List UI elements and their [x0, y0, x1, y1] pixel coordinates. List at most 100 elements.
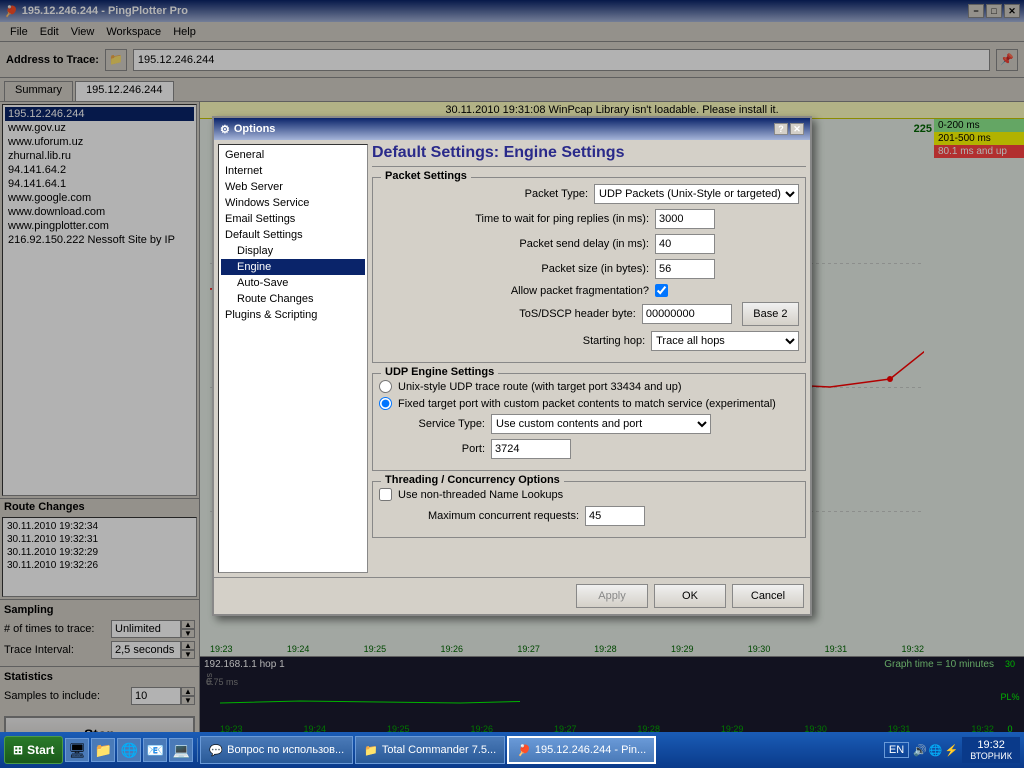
- taskbar-btn-label: Total Commander 7.5...: [382, 744, 496, 756]
- taskbar-btn-vopros[interactable]: 💬 Вопрос по использов...: [200, 736, 353, 764]
- sidebar-item-general[interactable]: General: [221, 147, 365, 163]
- quicklaunch-icon[interactable]: 📧: [143, 738, 167, 762]
- windows-icon: ⊞: [13, 743, 23, 757]
- port-input[interactable]: [491, 439, 571, 459]
- system-tray: 🔊 🌐 ⚡: [913, 744, 958, 757]
- threading-title: Threading / Concurrency Options: [381, 474, 564, 486]
- service-select[interactable]: Use custom contents and port: [491, 414, 711, 434]
- ok-button[interactable]: OK: [654, 584, 726, 608]
- base2-button[interactable]: Base 2: [742, 302, 799, 326]
- quicklaunch-icon[interactable]: 💻: [169, 738, 193, 762]
- tos-input[interactable]: [642, 304, 732, 324]
- taskbar-btn-totalcmd[interactable]: 📁 Total Commander 7.5...: [355, 736, 505, 764]
- taskbar: ⊞ Start 🖥 📁 🌐 📧 💻 💬 Вопрос по использов.…: [0, 732, 1024, 768]
- tray-icon: ⚡: [945, 744, 959, 757]
- wait-row: Time to wait for ping replies (in ms):: [379, 209, 799, 229]
- tray-icon: 🌐: [929, 744, 943, 757]
- modal-footer: Apply OK Cancel: [214, 577, 810, 614]
- port-label: Port:: [395, 443, 485, 455]
- nonthreaded-label: Use non-threaded Name Lookups: [398, 489, 563, 501]
- delay-input[interactable]: [655, 234, 715, 254]
- radio1-label: Unix-style UDP trace route (with target …: [398, 381, 682, 393]
- taskbar-right: EN 🔊 🌐 ⚡ 19:32 ВТОРНИК: [884, 737, 1020, 763]
- modal-close-button[interactable]: ✕: [790, 123, 804, 135]
- start-button[interactable]: ⊞ Start: [4, 736, 63, 764]
- taskbar-btn-icon: 🏓: [517, 744, 531, 757]
- wait-label: Time to wait for ping replies (in ms):: [379, 213, 649, 225]
- taskbar-btn-label: Вопрос по использов...: [227, 744, 344, 756]
- udp-settings-title: UDP Engine Settings: [381, 366, 498, 378]
- sidebar-item-plugins[interactable]: Plugins & Scripting: [221, 307, 365, 323]
- hop-select[interactable]: Trace all hops 1 2: [651, 331, 799, 351]
- taskbar-btn-icon: 💬: [209, 744, 223, 757]
- start-label: Start: [27, 743, 54, 757]
- time-display: 19:32: [970, 739, 1012, 751]
- sidebar-item-webserver[interactable]: Web Server: [221, 179, 365, 195]
- packet-settings-box: Packet Settings Packet Type: UDP Packets…: [372, 177, 806, 363]
- fragmentation-checkbox[interactable]: [655, 284, 668, 297]
- radio1-row: Unix-style UDP trace route (with target …: [379, 380, 799, 393]
- day-display: ВТОРНИК: [970, 751, 1012, 761]
- hop-row: Starting hop: Trace all hops 1 2: [379, 331, 799, 351]
- concurrent-row: Maximum concurrent requests:: [379, 506, 799, 526]
- radio2-row: Fixed target port with custom packet con…: [379, 397, 799, 410]
- concurrent-input[interactable]: [585, 506, 645, 526]
- delay-label: Packet send delay (in ms):: [379, 238, 649, 250]
- sidebar-item-defaultsettings[interactable]: Default Settings: [221, 227, 365, 243]
- fragmentation-row: Allow packet fragmentation?: [379, 284, 799, 297]
- nonthreaded-checkbox[interactable]: [379, 488, 392, 501]
- sidebar-item-autosave[interactable]: Auto-Save: [221, 275, 365, 291]
- lang-indicator[interactable]: EN: [884, 742, 909, 758]
- sidebar-item-display[interactable]: Display: [221, 243, 365, 259]
- tos-row: ToS/DSCP header byte: Base 2: [379, 302, 799, 326]
- radio2-input[interactable]: [379, 397, 392, 410]
- quicklaunch-icon[interactable]: 🖥: [65, 738, 89, 762]
- service-row: Service Type: Use custom contents and po…: [395, 414, 799, 434]
- sidebar-item-internet[interactable]: Internet: [221, 163, 365, 179]
- wait-input[interactable]: [655, 209, 715, 229]
- sidebar-item-engine[interactable]: Engine: [221, 259, 365, 275]
- sidebar-item-emailsettings[interactable]: Email Settings: [221, 211, 365, 227]
- port-row: Port:: [395, 439, 799, 459]
- hop-label: Starting hop:: [379, 335, 645, 347]
- options-modal: ⚙ Options ? ✕ General Internet Web Serve…: [212, 116, 812, 616]
- modal-body: General Internet Web Server Windows Serv…: [214, 140, 810, 577]
- modal-sidebar: General Internet Web Server Windows Serv…: [218, 144, 368, 573]
- modal-section-title: Default Settings: Engine Settings: [372, 144, 806, 167]
- delay-row: Packet send delay (in ms):: [379, 234, 799, 254]
- packet-type-row: Packet Type: UDP Packets (Unix-Style or …: [379, 184, 799, 204]
- size-input[interactable]: [655, 259, 715, 279]
- modal-overlay: ⚙ Options ? ✕ General Internet Web Serve…: [0, 0, 1024, 732]
- tos-label: ToS/DSCP header byte:: [379, 308, 636, 320]
- service-label: Service Type:: [395, 418, 485, 430]
- tray-icon: 🔊: [913, 744, 927, 757]
- clock: 19:32 ВТОРНИК: [962, 737, 1020, 763]
- modal-title-buttons: ? ✕: [774, 123, 804, 135]
- udp-settings-box: UDP Engine Settings Unix-style UDP trace…: [372, 373, 806, 471]
- cancel-button[interactable]: Cancel: [732, 584, 804, 608]
- packet-type-select[interactable]: UDP Packets (Unix-Style or targeted) ICM…: [594, 184, 799, 204]
- threading-box: Threading / Concurrency Options Use non-…: [372, 481, 806, 538]
- taskbar-btn-label: 195.12.246.244 - Pin...: [535, 744, 646, 756]
- radio1-input[interactable]: [379, 380, 392, 393]
- size-label: Packet size (in bytes):: [379, 263, 649, 275]
- packet-settings-title: Packet Settings: [381, 170, 471, 182]
- packet-type-label: Packet Type:: [379, 188, 588, 200]
- radio2-label: Fixed target port with custom packet con…: [398, 398, 776, 410]
- fragmentation-label: Allow packet fragmentation?: [379, 285, 649, 297]
- quicklaunch-icon[interactable]: 📁: [91, 738, 115, 762]
- modal-content: Default Settings: Engine Settings Packet…: [372, 144, 806, 573]
- modal-title: Options: [234, 123, 276, 135]
- sidebar-item-routechanges[interactable]: Route Changes: [221, 291, 365, 307]
- modal-help-button[interactable]: ?: [774, 123, 788, 135]
- taskbar-btn-icon: 📁: [364, 744, 378, 757]
- modal-icon: ⚙: [220, 123, 230, 136]
- apply-button[interactable]: Apply: [576, 584, 648, 608]
- nonthreaded-row: Use non-threaded Name Lookups: [379, 488, 799, 501]
- sidebar-item-windowsservice[interactable]: Windows Service: [221, 195, 365, 211]
- concurrent-label: Maximum concurrent requests:: [379, 510, 579, 522]
- modal-title-bar: ⚙ Options ? ✕: [214, 118, 810, 140]
- taskbar-btn-pingplotter[interactable]: 🏓 195.12.246.244 - Pin...: [507, 736, 656, 764]
- size-row: Packet size (in bytes):: [379, 259, 799, 279]
- quicklaunch-icon[interactable]: 🌐: [117, 738, 141, 762]
